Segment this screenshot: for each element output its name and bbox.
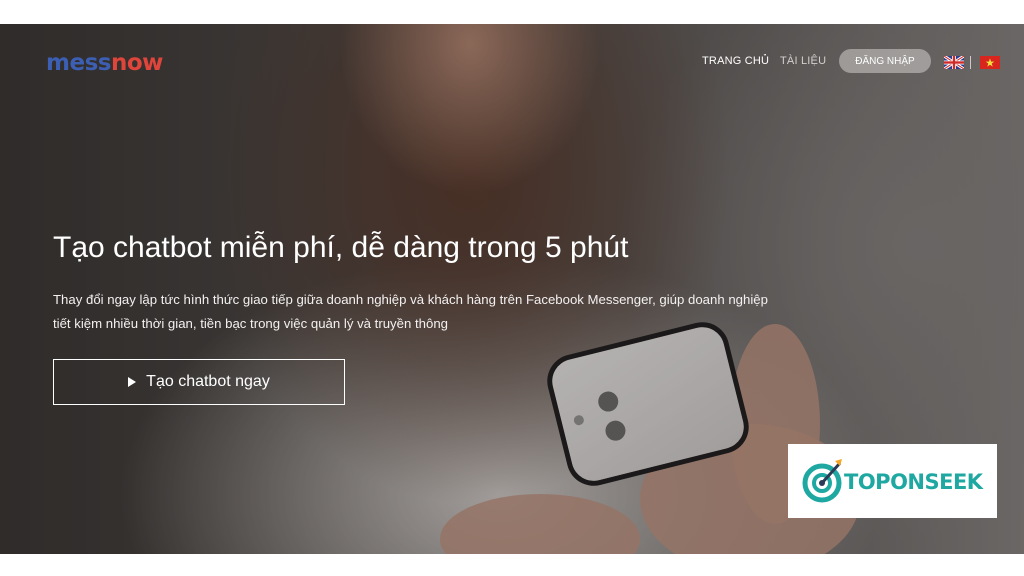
nav-home-link[interactable]: TRANG CHỦ [702,55,769,67]
top-navbar: messnow TRANG CHỦ TÀI LIỆU ĐĂNG NHẬP [0,24,1024,94]
logo-part-2: now [110,50,163,76]
hero-headline: Tạo chatbot miễn phí, dễ dàng trong 5 ph… [53,231,629,264]
create-chatbot-label: Tạo chatbot ngay [146,373,270,390]
nav-docs-link[interactable]: TÀI LIỆU [780,55,826,67]
uk-flag-icon[interactable] [944,56,964,69]
messnow-logo[interactable]: messnow [46,50,163,76]
toponseek-text: TOPONSEEK [844,470,983,494]
target-icon [802,459,842,503]
create-chatbot-button[interactable]: Tạo chatbot ngay [53,359,345,405]
vietnam-flag-icon[interactable] [980,56,1000,69]
flag-divider [970,56,971,69]
phone-image [547,322,749,486]
logo-part-1: mess [46,50,111,76]
login-button[interactable]: ĐĂNG NHẬP [839,49,931,73]
play-icon [128,377,137,387]
toponseek-watermark: TOPONSEEK [788,444,997,518]
hero-subtext: Thay đổi ngay lập tức hình thức giao tiế… [53,292,768,331]
